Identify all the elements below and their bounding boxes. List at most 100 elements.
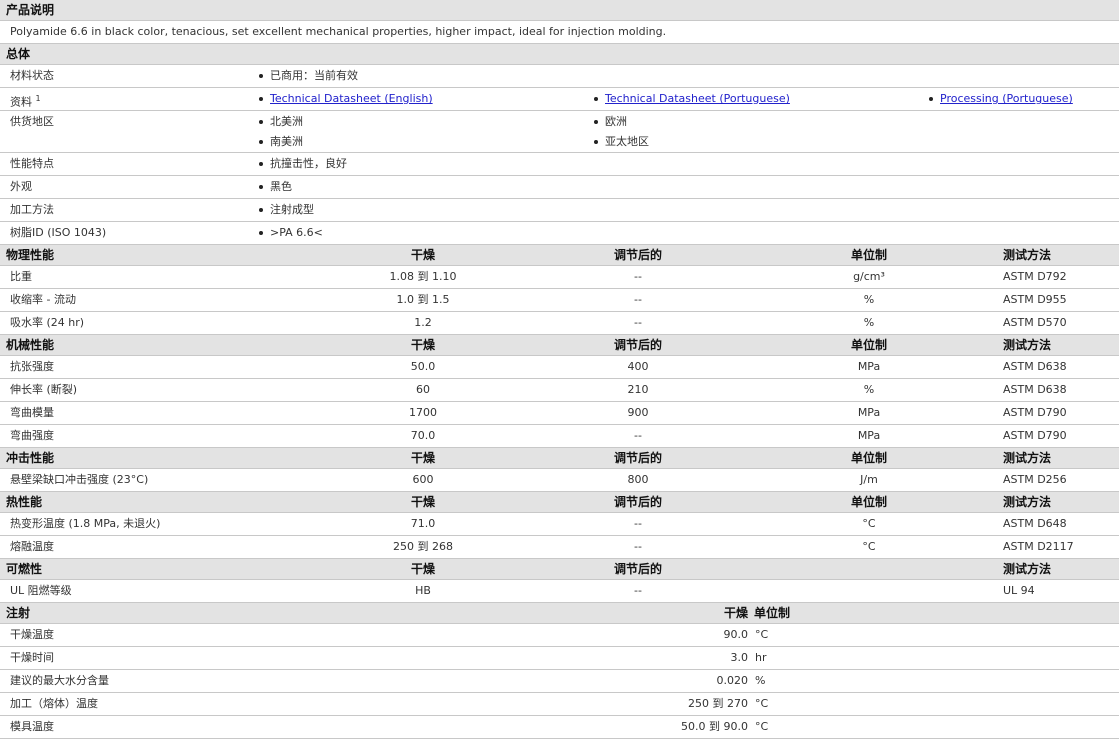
conditioned-value: -- [634,293,642,306]
conditioned-value: -- [634,584,642,597]
link-datasheet-portuguese[interactable]: Technical Datasheet (Portuguese) [605,92,790,105]
dry-value: 250 到 270 [688,697,748,710]
section-header: 可燃性 干燥 调节后的 测试方法 [0,559,1119,580]
dry-value: 90.0 [723,628,749,641]
property-name: 热变形温度 (1.8 MPa, 未退火) [10,517,161,530]
test-method: ASTM D570 [1003,316,1067,329]
property-row: 熔融温度 250 到 268 -- °C ASTM D2117 [0,536,1119,559]
dry-value: 250 到 268 [393,540,453,553]
column-header: 调节后的 [613,338,663,352]
section-title: 产品说明 [6,3,55,17]
dry-value: 50.0 到 90.0 [681,720,748,733]
property-row: 收缩率 - 流动 1.0 到 1.5 --% ASTM D955 [0,289,1119,312]
link-processing-portuguese[interactable]: Processing (Portuguese) [940,92,1073,105]
row-regions: 供货地区 北美洲 欧洲 南美洲 亚太地区 [0,111,1119,153]
test-method: ASTM D638 [1003,383,1067,396]
dry-value: 1.0 到 1.5 [396,293,450,306]
property-name: 模具温度 [10,720,54,733]
link-datasheet-english[interactable]: Technical Datasheet (English) [270,92,433,105]
unit: °C [755,720,769,733]
test-method: ASTM D955 [1003,293,1067,306]
section-title: 物理性能 [6,248,55,262]
conditioned-value: 210 [627,383,649,396]
conditioned-value: -- [634,316,642,329]
test-method: ASTM D2117 [1003,540,1074,553]
column-header: 调节后的 [613,495,663,509]
section-title: 热性能 [6,495,43,509]
section-title: 机械性能 [6,338,55,352]
property-row: 热变形温度 (1.8 MPa, 未退火) 71.0 -- °C ASTM D648 [0,513,1119,536]
row-value: >PA 6.6< [259,222,323,244]
column-header: 单位制 [850,248,888,262]
section-header-general: 总体 [0,44,1119,65]
row-label: 外观 [10,180,32,193]
property-name: 悬壁梁缺口冲击强度 (23°C) [10,473,149,486]
column-header: 单位制 [850,338,888,352]
conditioned-value: 800 [627,473,649,486]
row-appearance: 外观 黑色 [0,176,1119,199]
property-name: 干燥时间 [10,651,54,664]
row-value: 抗撞击性，良好 [259,153,347,175]
column-header: 调节后的 [613,248,663,262]
property-name: UL 阻燃等级 [10,584,72,597]
unit: % [863,383,875,396]
dry-value: 71.0 [410,517,436,530]
row-features: 性能特点 抗撞击性，良好 [0,153,1119,176]
dry-value: 1700 [409,406,437,419]
region: 北美洲 [259,111,303,133]
row-value: 黑色 [259,176,292,198]
description-row: Polyamide 6.6 in black color, tenacious,… [0,21,1119,44]
column-header: 干燥 [410,562,436,576]
column-header: 测试方法 [1003,451,1052,465]
property-name: 建议的最大水分含量 [10,674,109,687]
unit: °C [755,697,769,710]
row-status: 材料状态 已商用：当前有效 [0,65,1119,88]
property-row: 比重 1.08 到 1.10 -- g/cm³ ASTM D792 [0,266,1119,289]
property-name: 吸水率 (24 hr) [10,316,85,329]
conditioned-value: -- [634,429,642,442]
row-resin: 树脂ID (ISO 1043) >PA 6.6< [0,222,1119,245]
property-name: 伸长率 (断裂) [10,383,78,396]
column-header: 测试方法 [1003,495,1052,509]
unit: J/m [860,473,878,486]
property-name: 干燥温度 [10,628,54,641]
unit: % [755,674,766,687]
property-name: 熔融温度 [10,540,54,553]
section-title: 总体 [6,47,31,61]
dry-value: 50.0 [410,360,436,373]
unit: g/cm³ [853,270,885,283]
property-row: 弯曲模量 1700 900 MPa ASTM D790 [0,402,1119,425]
property-name: 比重 [10,270,32,283]
injection-row: 干燥时间 3.0 hr [0,647,1119,670]
section-header: 物理性能 干燥 调节后的 单位制 测试方法 [0,245,1119,266]
column-header: 调节后的 [613,562,663,576]
column-header: 单位制 [850,451,888,465]
property-row: UL 阻燃等级 HB -- UL 94 [0,580,1119,603]
row-method: 加工方法 注射成型 [0,199,1119,222]
dry-value: HB [415,584,431,597]
column-header: 干燥 [723,606,748,620]
dry-value: 60 [416,383,430,396]
unit: °C [862,540,876,553]
test-method: ASTM D256 [1003,473,1067,486]
property-name: 弯曲强度 [10,429,54,442]
conditioned-value: -- [634,270,642,283]
section-header: 冲击性能 干燥 调节后的 单位制 测试方法 [0,448,1119,469]
unit: % [863,316,875,329]
unit: % [863,293,875,306]
section-header-injection: 注射 干燥 单位制 [0,603,1119,624]
row-label: 供货地区 [10,115,54,128]
column-header: 干燥 [410,451,436,465]
region: 欧洲 [594,111,627,133]
injection-row: 建议的最大水分含量 0.020% [0,670,1119,693]
row-docs: 资料 1 Technical Datasheet (English) Techn… [0,88,1119,111]
column-header: 单位制 [754,606,791,620]
test-method: ASTM D648 [1003,517,1067,530]
dry-value: 1.2 [414,316,432,329]
property-row: 伸长率 (断裂) 60 210% ASTM D638 [0,379,1119,402]
region: 南美洲 [259,131,303,153]
conditioned-value: -- [634,540,642,553]
test-method: ASTM D790 [1003,406,1067,419]
row-label: 树脂ID (ISO 1043) [10,226,107,239]
property-row: 悬壁梁缺口冲击强度 (23°C) 600 800 J/m ASTM D256 [0,469,1119,492]
